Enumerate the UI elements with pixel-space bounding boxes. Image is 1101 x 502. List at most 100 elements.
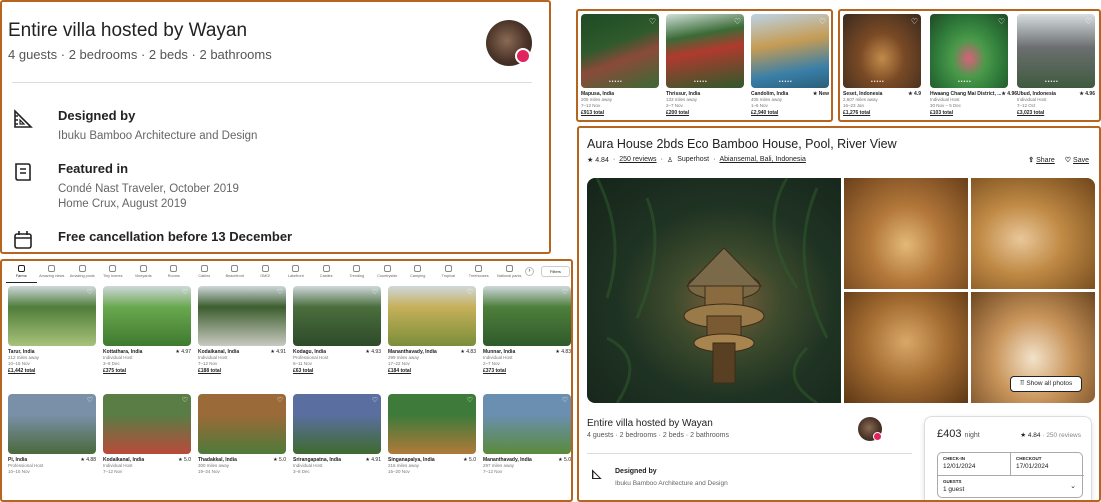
listing-card[interactable]: ♡ Kottathara, India ★ 4.97 Individual Host 3…	[103, 286, 191, 374]
listing-price[interactable]: £188 total	[198, 368, 286, 374]
listing-card[interactable]: ♡ ••••• Mapusa, India 205 miles away 7–1…	[581, 14, 659, 116]
checkin-field[interactable]: CHECK-IN 12/01/2024	[938, 453, 1011, 475]
listing-card[interactable]: ♡ ••••• Candolim, India ★ New 405 miles a…	[751, 14, 829, 116]
listing-photo[interactable]: ♡	[483, 394, 571, 454]
listing-card[interactable]: ♡ Singanapalya, India ★ 5.0 216 miles away 1…	[388, 394, 476, 476]
heart-icon[interactable]: ♡	[562, 396, 568, 404]
listing-photo[interactable]: ♡ •••••	[930, 14, 1008, 88]
main-photo[interactable]	[587, 177, 841, 405]
chevron-down-icon[interactable]: ⌄	[1070, 482, 1076, 490]
gallery-photo[interactable]	[844, 178, 968, 289]
listing-photo[interactable]: ♡	[388, 394, 476, 454]
heart-icon[interactable]: ♡	[277, 396, 283, 404]
listing-photo[interactable]: ♡	[103, 394, 191, 454]
heart-icon[interactable]: ♡	[87, 396, 93, 404]
listing-price[interactable]: £103 total	[930, 110, 1008, 116]
location-link[interactable]: Abiansemal, Bali, Indonesia	[719, 156, 805, 164]
listing-card[interactable]: ♡ Pi, India ★ 4.88 Professional Host 10–15 N…	[8, 394, 96, 476]
category-tab[interactable]: Vineyards	[128, 263, 159, 283]
heart-icon[interactable]: ♡	[372, 288, 378, 296]
heart-icon[interactable]: ♡	[998, 17, 1005, 26]
listing-photo[interactable]: ♡	[293, 394, 381, 454]
heart-icon[interactable]: ♡	[467, 288, 473, 296]
heart-icon[interactable]: ♡	[1085, 17, 1092, 26]
category-tab[interactable]: Rooms	[159, 263, 190, 283]
heart-icon[interactable]: ♡	[182, 288, 188, 296]
listing-price[interactable]: £913 total	[581, 110, 659, 116]
category-tab[interactable]: Trending	[342, 263, 373, 283]
category-tab[interactable]: Castles	[311, 263, 342, 283]
listing-photo[interactable]: ♡	[293, 286, 381, 346]
listing-photo[interactable]: ♡ •••••	[666, 14, 744, 88]
listing-photo[interactable]: ♡ •••••	[581, 14, 659, 88]
category-tab[interactable]: Tiny homes	[98, 263, 129, 283]
listing-card[interactable]: ♡ Munnar, India ★ 4.83 Individual Host 2–7 N…	[483, 286, 571, 374]
listing-card[interactable]: ♡ ••••• Thrissur, India 133 miles away 2…	[666, 14, 744, 116]
heart-icon[interactable]: ♡	[562, 288, 568, 296]
listing-price[interactable]: £2,940 total	[751, 110, 829, 116]
listing-card[interactable]: ♡ Kodaikanal, India ★ 5.0 Individual Host 7–…	[103, 394, 191, 476]
listing-photo[interactable]: ♡	[198, 286, 286, 346]
guests-field[interactable]: GUESTS 1 guest	[938, 476, 1084, 496]
share-button[interactable]: ⇪ Share	[1028, 156, 1055, 164]
category-tab[interactable]: Cabins	[189, 263, 220, 283]
category-tab[interactable]: Treehouses	[464, 263, 495, 283]
heart-icon[interactable]: ♡	[467, 396, 473, 404]
listing-card[interactable]: ♡ Tarur, India 212 miles away 10–15 Nov £1,4…	[8, 286, 96, 374]
listing-card[interactable]: ♡ Mananthavady, India ★ 4.83 299 miles away…	[388, 286, 476, 374]
category-tab[interactable]: Camping	[403, 263, 434, 283]
listing-card[interactable]: ♡ ••••• Seset, Indonesia ★ 4.9 2,607 mile…	[843, 14, 921, 116]
listing-price[interactable]: £1,276 total	[843, 110, 921, 116]
listing-price[interactable]: £3,023 total	[1017, 110, 1095, 116]
heart-icon[interactable]: ♡	[819, 17, 826, 26]
listing-price[interactable]: £373 total	[483, 368, 571, 374]
listing-photo[interactable]: ♡	[388, 286, 476, 346]
listing-card[interactable]: ♡ Kodaikanal, India ★ 4.91 Individual Host 7…	[198, 286, 286, 374]
chevron-right-icon[interactable]: ›	[525, 267, 534, 276]
category-tab[interactable]: National parks	[494, 263, 525, 283]
gallery-photo[interactable]	[971, 178, 1095, 289]
category-tab[interactable]: OMG!	[250, 263, 281, 283]
listing-photo[interactable]: ♡	[103, 286, 191, 346]
reviews-link[interactable]: 250 reviews	[619, 156, 656, 164]
category-tab[interactable]: Farms	[6, 263, 37, 283]
gallery-photo[interactable]	[844, 292, 968, 403]
heart-icon[interactable]: ♡	[372, 396, 378, 404]
category-tab[interactable]: Beachfront	[220, 263, 251, 283]
save-button[interactable]: ♡ Save	[1065, 156, 1089, 164]
category-icon	[48, 265, 56, 272]
listing-card[interactable]: ♡ Kodagu, India ★ 4.93 Professional Host 6–1…	[293, 286, 381, 374]
listing-price[interactable]: £375 total	[103, 368, 191, 374]
heart-icon[interactable]: ♡	[911, 17, 918, 26]
category-tab[interactable]: Amazing views	[37, 263, 68, 283]
listing-card[interactable]: ♡ Srirangapatna, India ★ 4.91 Individual Ho…	[293, 394, 381, 476]
filters-button[interactable]: Filters	[541, 266, 570, 277]
checkout-field[interactable]: CHECKOUT 17/01/2024	[1011, 453, 1084, 475]
category-tab[interactable]: Countryside	[372, 263, 403, 283]
reviews-link[interactable]: · 250 reviews	[1042, 432, 1081, 439]
category-tab[interactable]: Tropical	[433, 263, 464, 283]
listing-price[interactable]: £184 total	[388, 368, 476, 374]
heart-icon[interactable]: ♡	[87, 288, 93, 296]
listing-price[interactable]: £1,442 total	[8, 368, 96, 374]
listing-card[interactable]: ♡ ••••• Ubud, Indonesia ★ 4.96 Individual…	[1017, 14, 1095, 116]
listing-card[interactable]: ♡ Mananthavady, India ★ 5.0 297 miles away 7…	[483, 394, 571, 476]
heart-icon[interactable]: ♡	[649, 17, 656, 26]
listing-photo[interactable]: ♡ •••••	[1017, 14, 1095, 88]
heart-icon[interactable]: ♡	[182, 396, 188, 404]
heart-icon[interactable]: ♡	[277, 288, 283, 296]
heart-icon[interactable]: ♡	[734, 17, 741, 26]
listing-price[interactable]: £200 total	[666, 110, 744, 116]
listing-price[interactable]: £63 total	[293, 368, 381, 374]
listing-photo[interactable]: ♡ •••••	[843, 14, 921, 88]
listing-card[interactable]: ♡ ••••• Hwaang Chang Mai District, ... ★ …	[930, 14, 1017, 116]
listing-photo[interactable]: ♡	[483, 286, 571, 346]
show-all-photos-button[interactable]: ⠿ Show all photos	[1010, 376, 1082, 392]
category-tab[interactable]: Amazing pools	[67, 263, 98, 283]
listing-photo[interactable]: ♡	[198, 394, 286, 454]
category-tab[interactable]: Lakefront	[281, 263, 312, 283]
listing-photo[interactable]: ♡	[8, 286, 96, 346]
listing-photo[interactable]: ♡	[8, 394, 96, 454]
listing-photo[interactable]: ♡ •••••	[751, 14, 829, 88]
listing-card[interactable]: ♡ Thadakkal, India ★ 5.0 300 miles away 19–2…	[198, 394, 286, 476]
